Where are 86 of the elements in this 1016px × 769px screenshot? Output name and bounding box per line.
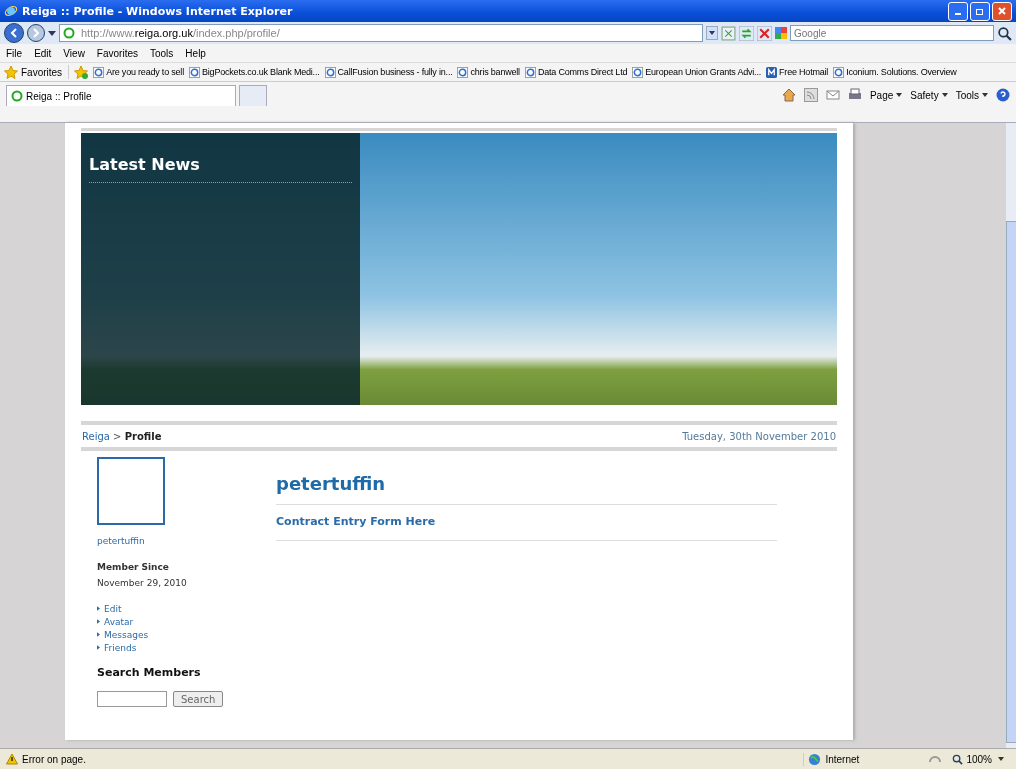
- web-page-icon: [324, 66, 336, 78]
- close-icon: [997, 6, 1007, 16]
- news-heading: Latest News: [89, 155, 352, 183]
- caret-icon: [896, 93, 903, 97]
- favorite-link[interactable]: Are you ready to sell: [93, 66, 184, 78]
- favorite-link[interactable]: CallFusion business - fully in...: [324, 66, 453, 78]
- web-page-icon: [93, 66, 105, 78]
- favorite-link[interactable]: BigPockets.co.uk Blank Medi...: [188, 66, 320, 78]
- magnifier-icon: [952, 753, 964, 765]
- printer-icon[interactable]: [847, 88, 862, 102]
- help-icon[interactable]: [996, 88, 1010, 102]
- avatar-frame: [97, 457, 165, 525]
- bullet-icon: [97, 632, 100, 637]
- command-menu[interactable]: Safety: [910, 89, 948, 101]
- profile-link[interactable]: Friends: [104, 642, 137, 653]
- web-page-icon: [833, 66, 845, 78]
- page-status-icon: [11, 90, 23, 102]
- command-menu[interactable]: Tools: [955, 89, 988, 101]
- menu-item[interactable]: View: [63, 47, 85, 59]
- maximize-button[interactable]: [970, 1, 990, 21]
- mail-logo-icon: [766, 66, 778, 78]
- add-favorite-icon[interactable]: [74, 65, 89, 79]
- bullet-icon: [97, 619, 100, 624]
- command-menu[interactable]: Page: [869, 89, 903, 101]
- favorite-link[interactable]: European Union Grants Advi...: [632, 66, 762, 78]
- web-page-icon: [188, 66, 200, 78]
- member-search-field[interactable]: [97, 691, 167, 707]
- web-page-icon: [632, 66, 644, 78]
- caret-icon: [998, 757, 1004, 761]
- home-icon[interactable]: [781, 88, 796, 102]
- contract-form-link[interactable]: Contract Entry Form Here: [276, 515, 777, 528]
- favorites-button[interactable]: Favorites: [4, 65, 70, 79]
- web-page-icon: [457, 66, 469, 78]
- menu-item[interactable]: Favorites: [96, 47, 138, 59]
- browser-logo-icon: [4, 4, 18, 18]
- bullet-icon: [97, 606, 100, 611]
- menu-item[interactable]: File: [6, 47, 23, 59]
- page-status-icon: [63, 27, 75, 39]
- breadcrumb: Reiga > Profile: [82, 430, 162, 442]
- stop-icon[interactable]: [757, 25, 772, 41]
- member-since-label: Member Since: [97, 562, 169, 572]
- username-link[interactable]: petertuffin: [97, 536, 145, 546]
- search-button[interactable]: Search: [173, 691, 224, 707]
- browser-tab[interactable]: Reiga :: Profile: [6, 85, 236, 106]
- address-field[interactable]: http://www.reiga.org.uk/index.php/profile/: [59, 24, 703, 42]
- status-message[interactable]: Error on page.: [6, 753, 86, 765]
- search-field[interactable]: Google: [790, 25, 994, 41]
- search-provider-icon: [775, 27, 787, 39]
- menu-item[interactable]: Edit: [34, 47, 52, 59]
- profile-link[interactable]: Messages: [104, 629, 149, 640]
- window-title: Reiga :: Profile - Windows Internet Explorer: [22, 4, 294, 18]
- favorite-link[interactable]: Data Comms Direct Ltd: [524, 66, 628, 78]
- menu-item[interactable]: Tools: [150, 47, 174, 59]
- minimize-icon: [955, 13, 961, 15]
- warning-icon: [6, 753, 18, 765]
- caret-icon: [941, 93, 948, 97]
- back-button[interactable]: [4, 23, 24, 43]
- scrollbar-thumb[interactable]: [1006, 221, 1016, 743]
- refresh-icon[interactable]: [739, 25, 754, 41]
- security-zone: Internet: [803, 752, 919, 766]
- menu-item[interactable]: Help: [185, 47, 206, 59]
- scrollbar[interactable]: [1006, 123, 1016, 748]
- minimize-button[interactable]: [948, 1, 968, 21]
- star-icon: [4, 65, 18, 79]
- zoom-level[interactable]: 100%: [952, 753, 1010, 765]
- favorite-link[interactable]: Free Hotmail: [766, 66, 829, 78]
- date-text: Tuesday, 30th November 2010: [682, 430, 836, 442]
- caret-icon[interactable]: [48, 30, 56, 36]
- profile-title: petertuffin: [276, 473, 387, 494]
- profile-link[interactable]: Avatar: [104, 616, 134, 627]
- mail-icon[interactable]: [825, 88, 840, 102]
- member-since-date: November 29, 2010: [97, 578, 187, 588]
- close-button[interactable]: [992, 1, 1012, 21]
- search-members-heading: Search Members: [97, 666, 201, 679]
- globe-icon: [808, 752, 822, 766]
- favorite-link[interactable]: Iconium. Solutions. Overview: [833, 66, 957, 78]
- profile-link[interactable]: Edit: [104, 603, 122, 614]
- breadcrumb-link[interactable]: Reiga: [82, 430, 110, 442]
- search-icon[interactable]: [997, 25, 1012, 41]
- forward-button[interactable]: [27, 24, 45, 42]
- web-page-icon: [524, 66, 536, 78]
- caret-icon: [982, 93, 988, 97]
- favorite-link[interactable]: chris banwell: [457, 66, 520, 78]
- feed-icon[interactable]: [803, 88, 818, 102]
- bullet-icon: [97, 645, 100, 650]
- maximize-icon: [975, 6, 985, 16]
